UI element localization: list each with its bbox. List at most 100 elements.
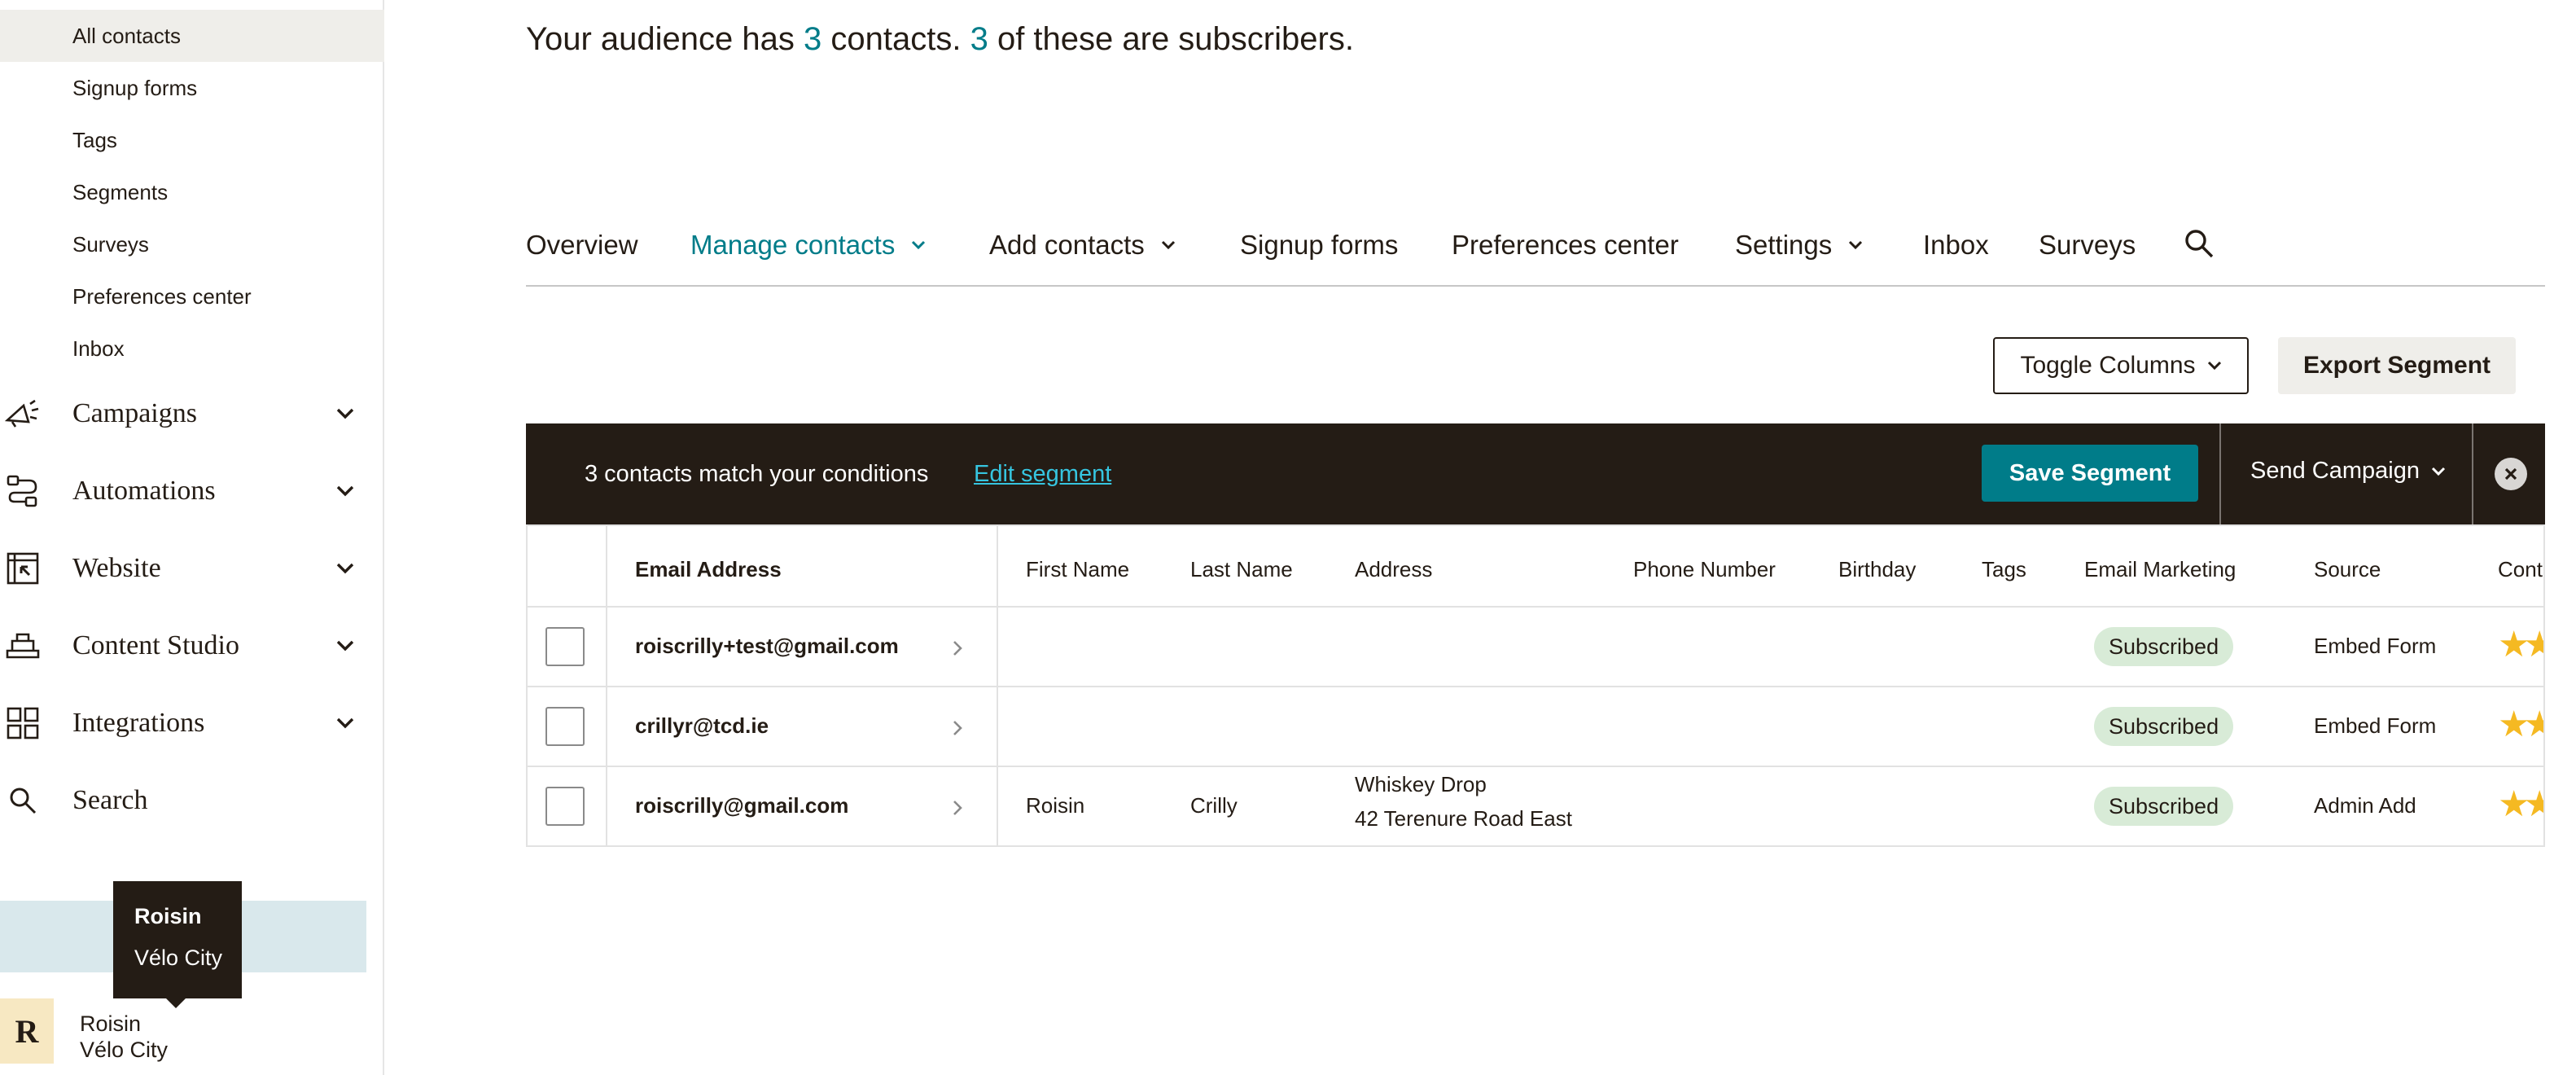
header-contact-rating[interactable]: Cont	[2498, 557, 2543, 582]
send-campaign-button[interactable]: Send Campaign	[2250, 458, 2446, 485]
chevron-down-icon	[1159, 236, 1177, 254]
sidebar-nav-integrations[interactable]: Integrations	[0, 691, 384, 756]
tab-manage-contacts[interactable]: Manage contacts	[690, 230, 927, 261]
header-address[interactable]: Address	[1355, 557, 1432, 582]
tab-search-icon[interactable]	[2184, 228, 2215, 259]
sidebar-nav-search[interactable]: Search	[0, 768, 384, 833]
row-address-line1: Whiskey Drop	[1355, 772, 1487, 796]
row-first-name: Roisin	[1026, 793, 1085, 818]
header-email-marketing[interactable]: Email Marketing	[2084, 557, 2236, 582]
chevron-right-icon[interactable]	[948, 638, 967, 658]
sidebar-item-preferences-center[interactable]: Preferences center	[0, 270, 384, 322]
sidebar-item-label: Segments	[72, 179, 169, 204]
sidebar-item-label: Inbox	[72, 336, 125, 361]
sidebar-nav-label: Automations	[72, 476, 216, 506]
chevron-down-icon[interactable]	[329, 630, 361, 662]
tab-label: Add contacts	[989, 230, 1145, 260]
export-segment-label: Export Segment	[2302, 352, 2491, 379]
sidebar-item-label: Tags	[72, 127, 117, 152]
header-phone[interactable]: Phone Number	[1633, 557, 1776, 582]
row-address-line2: 42 Terenure Road East	[1355, 806, 1572, 831]
row-checkbox[interactable]	[545, 627, 585, 666]
sidebar-nav-website[interactable]: Website	[0, 536, 384, 601]
sidebar-item-all-contacts[interactable]: All contacts	[0, 10, 384, 62]
grid-icon	[3, 704, 42, 743]
chevron-down-icon[interactable]	[329, 707, 361, 739]
tab-label: Settings	[1735, 230, 1833, 260]
tooltip-name: Roisin	[134, 904, 202, 928]
close-icon[interactable]	[2495, 458, 2527, 490]
chevron-down-icon[interactable]	[329, 397, 361, 430]
sidebar-nav-label: Integrations	[72, 708, 205, 738]
star-rating: ★★	[2498, 784, 2545, 824]
toggle-columns-button[interactable]: Toggle Columns	[1993, 337, 2249, 394]
chevron-down-icon[interactable]	[329, 475, 361, 507]
account-org[interactable]: Vélo City	[80, 1038, 168, 1063]
sidebar-item-label: Signup forms	[72, 75, 198, 100]
divider	[2472, 423, 2473, 524]
star-rating: ★★	[2498, 625, 2545, 665]
header-tags[interactable]: Tags	[1982, 557, 2026, 582]
send-campaign-label: Send Campaign	[2250, 458, 2420, 484]
sidebar-item-tags[interactable]: Tags	[0, 114, 384, 166]
tab-settings[interactable]: Settings	[1735, 230, 1864, 261]
row-checkbox[interactable]	[545, 787, 585, 826]
header-birthday[interactable]: Birthday	[1838, 557, 1916, 582]
tab-add-contacts[interactable]: Add contacts	[989, 230, 1177, 261]
contacts-count: 3	[804, 21, 822, 57]
toggle-columns-label: Toggle Columns	[2020, 352, 2196, 379]
header-source[interactable]: Source	[2314, 557, 2381, 582]
status-badge: Subscribed	[2094, 707, 2234, 746]
chevron-right-icon[interactable]	[948, 798, 967, 818]
tooltip-arrow	[164, 997, 187, 1008]
row-email[interactable]: roiscrilly@gmail.com	[635, 793, 848, 818]
row-email[interactable]: roiscrilly+test@gmail.com	[635, 634, 899, 659]
row-checkbox[interactable]	[545, 707, 585, 746]
sidebar-item-surveys[interactable]: Surveys	[0, 218, 384, 270]
tab-inbox[interactable]: Inbox	[1923, 230, 1989, 261]
summary-prefix: Your audience has	[526, 21, 804, 57]
row-email[interactable]: crillyr@tcd.ie	[635, 713, 769, 739]
summary-middle: contacts.	[821, 21, 970, 57]
row-source: Embed Form	[2314, 634, 2437, 658]
sidebar-item-label: All contacts	[72, 23, 181, 48]
status-badge: Subscribed	[2094, 787, 2234, 826]
sidebar-item-label: Surveys	[72, 231, 149, 257]
chevron-down-icon	[1847, 236, 1864, 254]
chevron-down-icon	[2207, 361, 2222, 371]
tooltip-org: Vélo City	[134, 946, 223, 970]
edit-segment-link[interactable]: Edit segment	[974, 461, 1111, 488]
star-rating: ★★	[2498, 704, 2545, 744]
sidebar-nav-campaigns[interactable]: Campaigns	[0, 381, 384, 446]
chevron-down-icon[interactable]	[329, 552, 361, 585]
avatar[interactable]: R	[0, 998, 54, 1064]
chevron-down-icon	[909, 236, 927, 254]
tab-surveys[interactable]: Surveys	[2039, 230, 2136, 261]
tab-signup-forms[interactable]: Signup forms	[1240, 230, 1398, 261]
account-name[interactable]: Roisin	[80, 1011, 141, 1037]
subscribers-count: 3	[970, 21, 988, 57]
sidebar-nav-content-studio[interactable]: Content Studio	[0, 613, 384, 678]
sidebar-item-segments[interactable]: Segments	[0, 166, 384, 218]
header-last-name[interactable]: Last Name	[1190, 557, 1293, 582]
chevron-right-icon[interactable]	[948, 718, 967, 738]
sidebar-nav-automations[interactable]: Automations	[0, 459, 384, 524]
tab-preferences-center[interactable]: Preferences center	[1452, 230, 1679, 261]
automation-icon	[3, 472, 42, 511]
sidebar-item-inbox[interactable]: Inbox	[0, 322, 384, 375]
status-badge: Subscribed	[2094, 627, 2234, 666]
tab-label: Surveys	[2039, 230, 2136, 260]
account-tooltip: Roisin Vélo City	[113, 881, 242, 998]
tab-overview[interactable]: Overview	[526, 230, 638, 261]
save-segment-button[interactable]: Save Segment	[1982, 445, 2198, 502]
website-icon	[3, 549, 42, 588]
header-email[interactable]: Email Address	[635, 557, 782, 582]
export-segment-button[interactable]: Export Segment	[2278, 337, 2516, 394]
sidebar-item-signup-forms[interactable]: Signup forms	[0, 62, 384, 114]
audience-summary: Your audience has 3 contacts. 3 of these…	[526, 21, 1354, 58]
header-first-name[interactable]: First Name	[1026, 557, 1129, 582]
contacts-table: Email Address First Name Last Name Addre…	[526, 524, 2545, 847]
segment-bar: 3 contacts match your conditions Edit se…	[526, 423, 2545, 524]
sidebar-nav-label: Search	[72, 785, 148, 815]
chevron-down-icon	[2431, 467, 2446, 476]
